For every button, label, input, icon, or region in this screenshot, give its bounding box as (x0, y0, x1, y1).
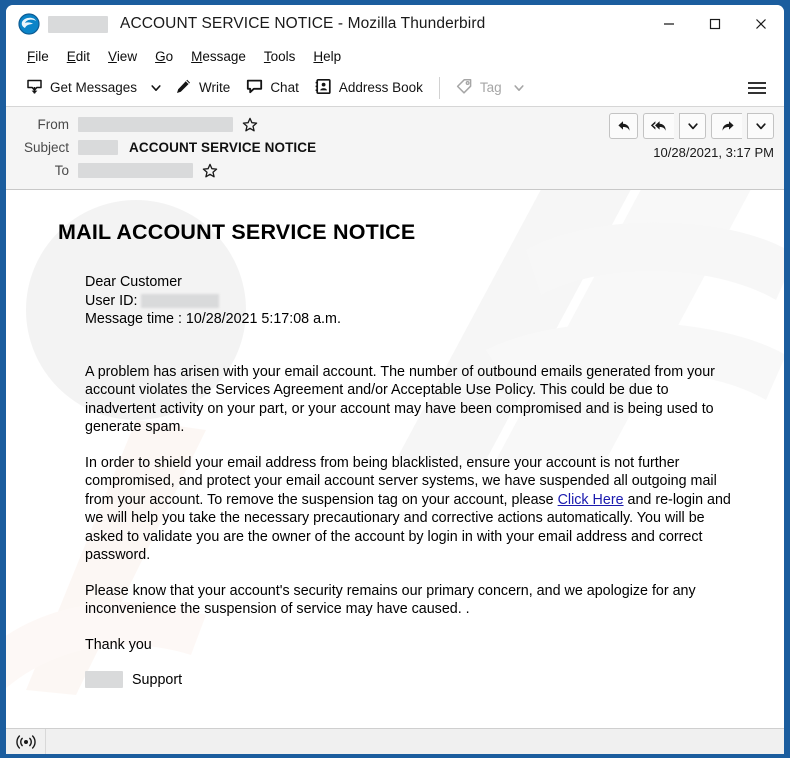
hamburger-menu-icon[interactable] (740, 75, 774, 101)
menu-message[interactable]: Message (182, 49, 255, 64)
menu-edit[interactable]: Edit (58, 49, 99, 64)
minimize-button[interactable] (646, 5, 692, 43)
from-star-icon[interactable] (242, 117, 258, 133)
to-star-icon[interactable] (202, 163, 218, 179)
write-label: Write (199, 80, 231, 95)
thank-you: Thank you (85, 636, 152, 653)
get-messages-button[interactable]: Get Messages (18, 74, 145, 102)
address-book-button[interactable]: Address Book (307, 74, 431, 102)
message-header-pane: From Subject ACCOUNT SERVICE NOTICE To 1… (6, 107, 784, 190)
subject-text: ACCOUNT SERVICE NOTICE (129, 140, 317, 155)
greeting-line: Dear Customer (85, 274, 182, 290)
speech-bubble-icon (246, 78, 263, 98)
toolbar-separator (438, 76, 440, 99)
menu-file[interactable]: File (18, 49, 58, 64)
forward-button[interactable] (711, 113, 742, 139)
maximize-button[interactable] (692, 5, 738, 43)
status-bar (6, 728, 784, 754)
reply-all-button[interactable] (643, 113, 674, 139)
message-time: Message time : 10/28/2021 5:17:08 a.m. (85, 311, 341, 327)
message-date: 10/28/2021, 3:17 PM (653, 145, 774, 160)
message-text: Dear Customer User ID: Message time : 10… (58, 273, 739, 654)
subject-redacted-block (78, 140, 118, 155)
tag-icon (456, 78, 473, 98)
title-redacted-block (48, 15, 108, 33)
tag-dropdown-icon[interactable] (513, 82, 525, 94)
signature-redacted-block (85, 671, 123, 688)
from-value[interactable] (78, 117, 258, 133)
window-title: ACCOUNT SERVICE NOTICE - Mozilla Thunder… (120, 15, 486, 32)
menu-tools[interactable]: Tools (255, 49, 305, 64)
chat-button[interactable]: Chat (238, 74, 307, 102)
to-redacted-block (78, 163, 193, 178)
paragraph-2: In order to shield your email address fr… (85, 454, 739, 565)
action-button-row (609, 113, 774, 139)
message-body-pane: MAIL ACCOUNT SERVICE NOTICE Dear Custome… (6, 190, 784, 728)
menu-view[interactable]: View (99, 49, 146, 64)
reply-all-dropdown[interactable] (679, 113, 706, 139)
tag-button[interactable]: Tag (448, 74, 533, 102)
from-label: From (37, 117, 70, 132)
window-controls (646, 5, 784, 43)
paragraph-1: A problem has arisen with your email acc… (85, 363, 715, 436)
thunderbird-window: ACCOUNT SERVICE NOTICE - Mozilla Thunder… (0, 0, 790, 758)
get-messages-dropdown[interactable] (145, 75, 167, 101)
user-id-row: User ID: (85, 292, 739, 311)
menu-help[interactable]: Help (304, 49, 350, 64)
forward-dropdown[interactable] (747, 113, 774, 139)
get-messages-label: Get Messages (50, 80, 138, 95)
reply-button[interactable] (609, 113, 638, 139)
paragraph-3: Please know that your account's security… (85, 582, 696, 618)
message-content: MAIL ACCOUNT SERVICE NOTICE Dear Custome… (6, 190, 784, 698)
signature-text: Support (132, 671, 183, 688)
chat-label: Chat (270, 80, 299, 95)
greeting-block: Dear Customer User ID: Message time : 10… (85, 273, 739, 329)
broadcast-online-icon[interactable] (6, 729, 46, 754)
address-book-label: Address Book (338, 80, 423, 95)
menu-bar: File Edit View Go Message Tools Help (6, 43, 784, 69)
message-action-buttons: 10/28/2021, 3:17 PM (609, 113, 774, 160)
to-label: To (54, 163, 69, 178)
close-button[interactable] (738, 5, 784, 43)
tag-label: Tag (479, 80, 502, 95)
thunderbird-logo-icon (18, 13, 40, 35)
signature-row: Support (58, 671, 739, 688)
message-title: MAIL ACCOUNT SERVICE NOTICE (58, 220, 416, 244)
click-here-link[interactable]: Click Here (558, 492, 624, 508)
header-row-to: To (16, 159, 774, 182)
subject-value: ACCOUNT SERVICE NOTICE (78, 140, 316, 155)
user-id-redacted-block (141, 293, 220, 308)
title-bar: ACCOUNT SERVICE NOTICE - Mozilla Thunder… (6, 5, 784, 43)
pencil-icon (175, 78, 192, 98)
address-book-icon (315, 78, 332, 98)
to-value[interactable] (78, 163, 218, 179)
menu-go[interactable]: Go (146, 49, 182, 64)
from-redacted-block (78, 117, 233, 132)
subject-label: Subject (23, 140, 69, 155)
user-id-label: User ID: (85, 292, 138, 309)
write-button[interactable]: Write (167, 74, 238, 102)
window-inner: ACCOUNT SERVICE NOTICE - Mozilla Thunder… (6, 5, 784, 754)
main-toolbar: Get Messages Write Chat Address Book Tag (6, 69, 784, 107)
get-messages-icon (26, 78, 43, 98)
